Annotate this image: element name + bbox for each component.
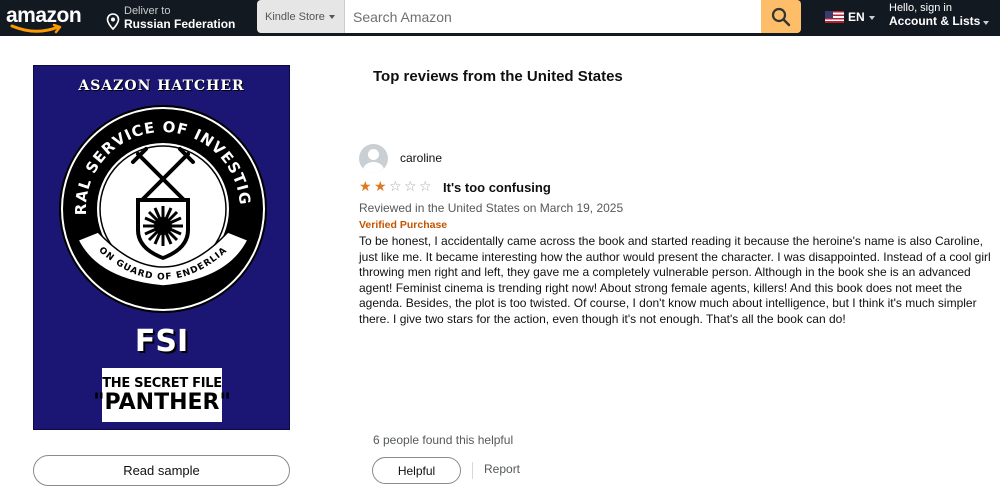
caret-down-icon	[328, 14, 335, 19]
star-filled-icon: ★	[359, 179, 372, 195]
review-date: Reviewed in the United States on March 1…	[359, 201, 624, 215]
reviews-section-title: Top reviews from the United States	[373, 68, 623, 85]
deliver-text: Deliver to Russian Federation	[124, 5, 235, 31]
star-filled-icon: ★	[374, 179, 387, 195]
deliver-to[interactable]: Deliver to Russian Federation	[106, 2, 235, 34]
language-code: EN	[848, 10, 865, 24]
review-rating-row: ★ ★ ☆ ☆ ☆ It's too confusing	[359, 179, 994, 195]
cover-acronym: FSI	[134, 324, 189, 359]
cover-file-label: THE SECRET FILE "PANTHER"	[93, 368, 231, 422]
report-link[interactable]: Report	[484, 462, 520, 476]
seal-emblem: FEDERAL SERVICE OF INVESTIGATION	[56, 102, 267, 313]
helpful-button[interactable]: Helpful	[372, 457, 461, 484]
divider	[472, 462, 473, 479]
account-lists: Account & Lists	[889, 14, 990, 28]
logo-smile-icon	[10, 24, 62, 34]
sun-emblem-icon	[143, 206, 183, 246]
star-empty-icon: ☆	[419, 179, 432, 195]
cover-author: ASAZON HATCHER	[78, 78, 245, 94]
search-department-label: Kindle Store	[265, 10, 325, 23]
caret-down-icon	[983, 20, 990, 25]
avatar-icon	[359, 143, 388, 173]
review-body: To be honest, I accidentally came across…	[359, 234, 991, 326]
location-pin-icon	[106, 13, 120, 31]
search-department-select[interactable]: Kindle Store	[257, 0, 345, 33]
read-sample-button[interactable]: Read sample	[33, 455, 290, 486]
search-bar: Kindle Store	[257, 0, 801, 33]
helpful-count: 6 people found this helpful	[373, 433, 514, 447]
search-icon	[771, 7, 791, 26]
account-menu[interactable]: Hello, sign in Account & Lists	[889, 2, 990, 28]
language-selector[interactable]: EN	[825, 10, 875, 24]
search-button[interactable]	[761, 0, 801, 33]
amazon-logo[interactable]: amazon	[6, 2, 92, 34]
reviewer-profile[interactable]: caroline	[359, 143, 994, 173]
caret-down-icon	[868, 16, 875, 20]
star-rating[interactable]: ★ ★ ☆ ☆ ☆	[359, 180, 434, 194]
verified-purchase-badge: Verified Purchase	[359, 219, 448, 231]
review-title[interactable]: It's too confusing	[443, 180, 551, 195]
cover-file-line1: THE SECRET FILE	[102, 375, 222, 391]
reviewer-name: caroline	[400, 151, 443, 165]
cover-file-line2: "PANTHER"	[93, 389, 231, 415]
account-lists-label: Account & Lists	[889, 14, 981, 28]
book-cover-image[interactable]: ASAZON HATCHER FEDERAL SERVICE OF INVEST…	[33, 65, 290, 430]
us-flag-icon	[825, 11, 844, 23]
top-navbar: amazon Deliver to Russian Federation Kin…	[0, 0, 1000, 36]
star-empty-icon: ☆	[389, 179, 402, 195]
star-empty-icon: ☆	[404, 179, 417, 195]
review-item: caroline ★ ★ ☆ ☆ ☆ It's too confusing Review…	[359, 143, 994, 327]
search-input[interactable]	[345, 0, 761, 33]
deliver-location: Russian Federation	[124, 17, 236, 31]
